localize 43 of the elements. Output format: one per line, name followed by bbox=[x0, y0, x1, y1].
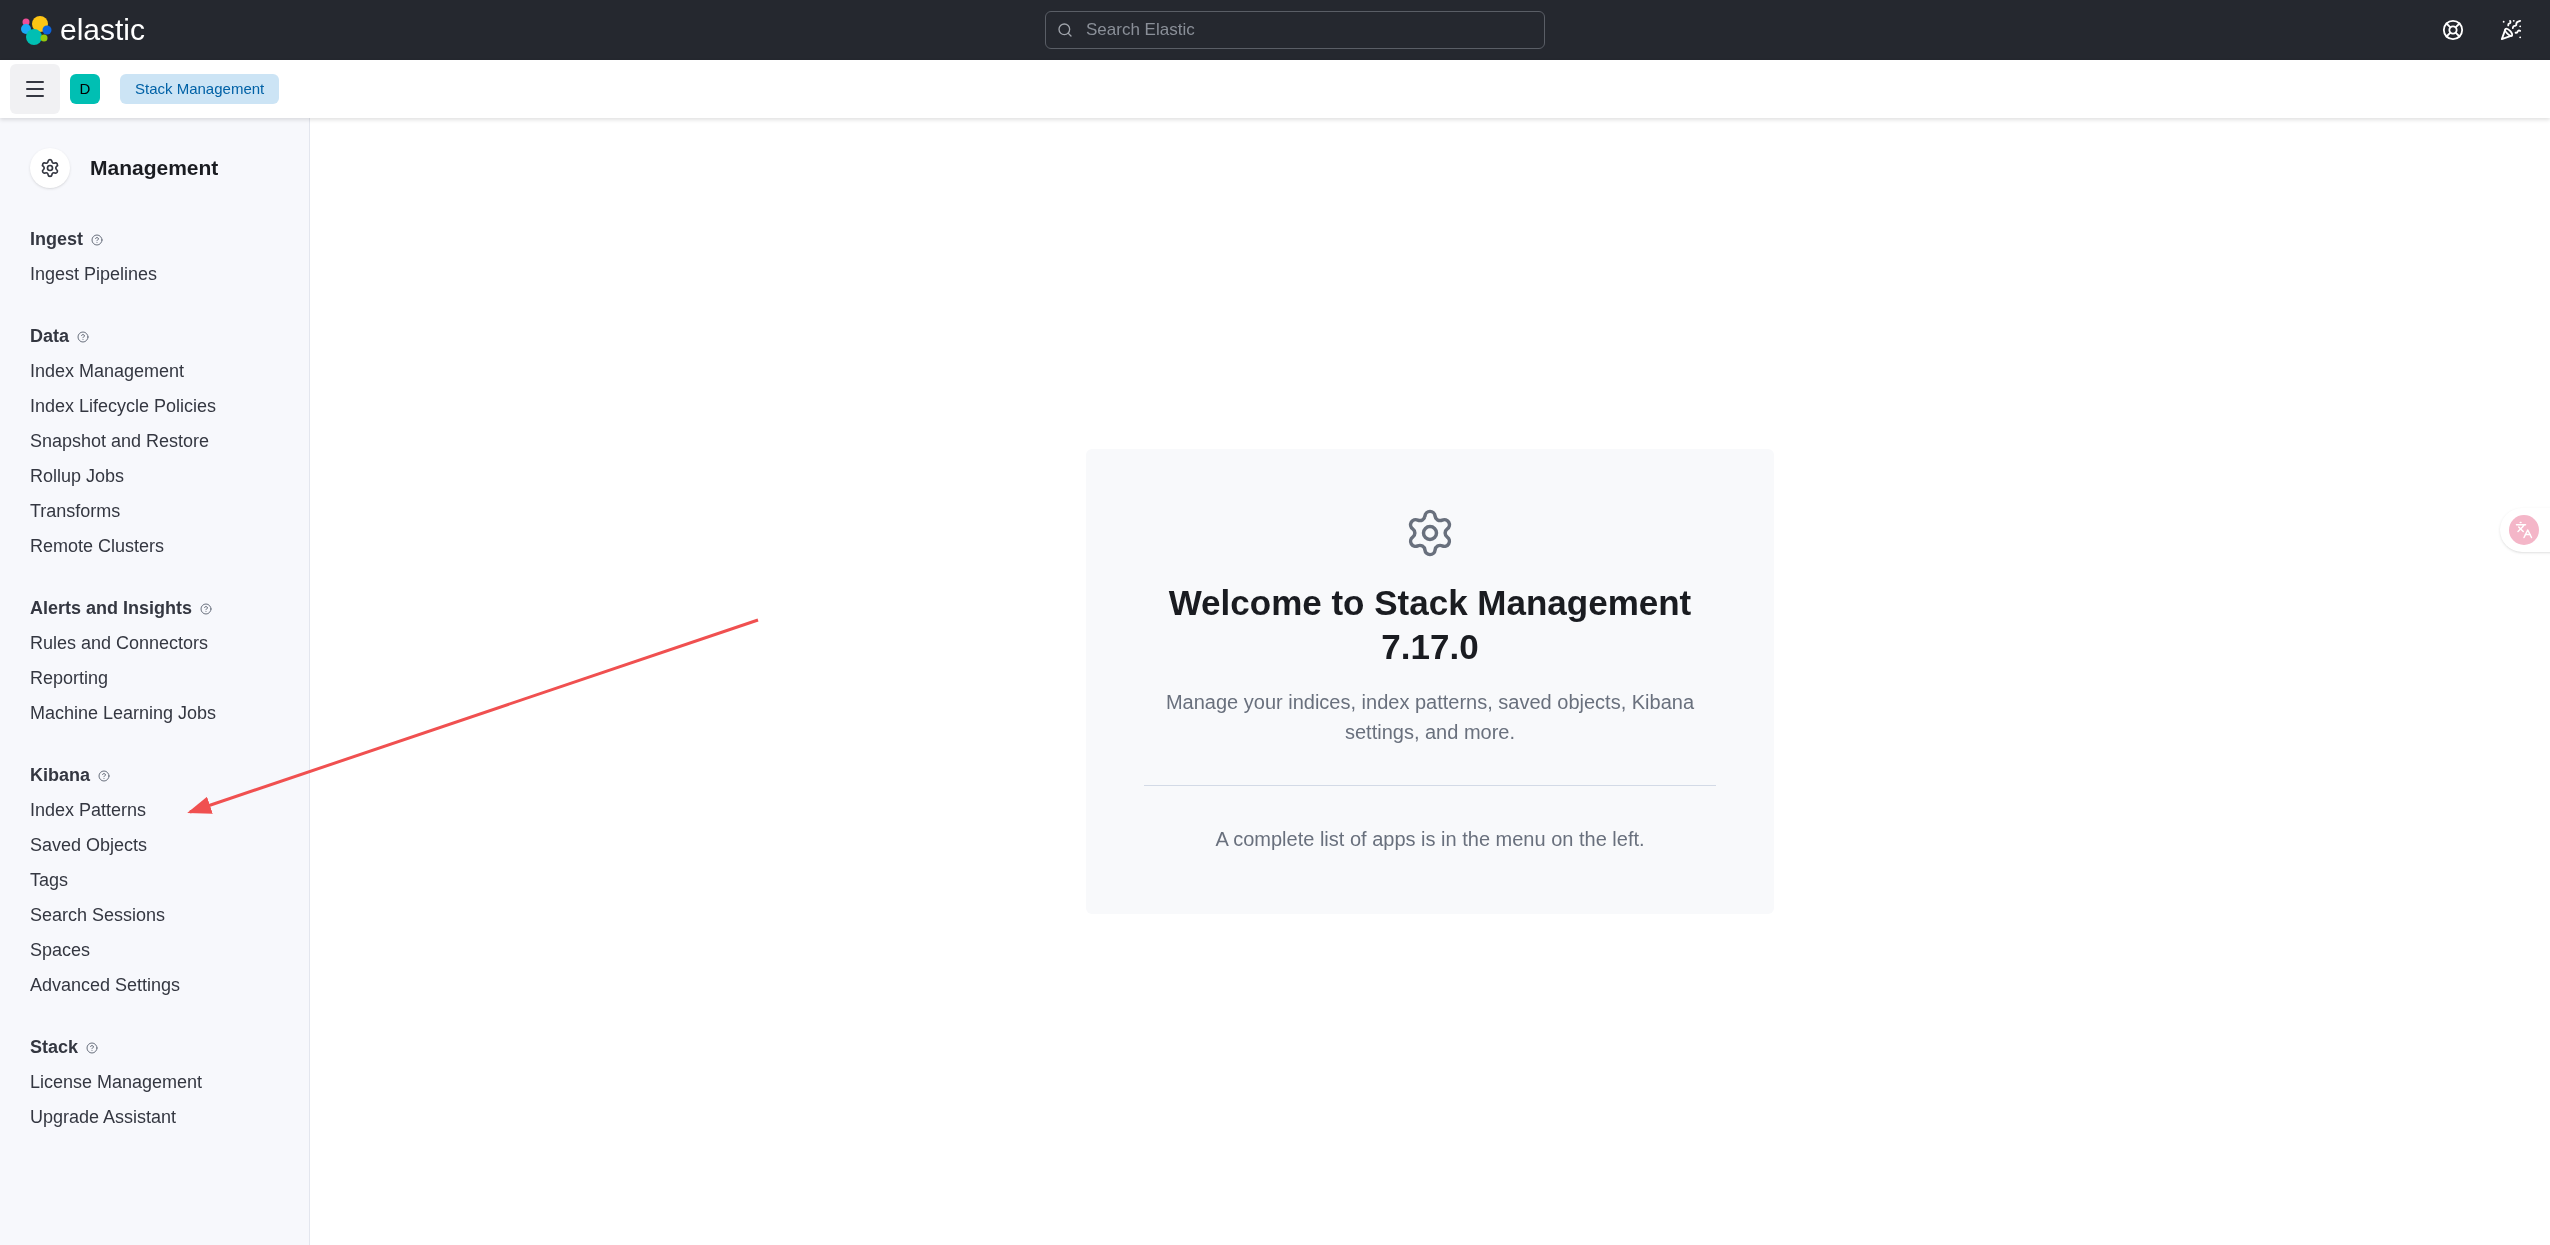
nav-link[interactable]: Index Patterns bbox=[30, 797, 147, 824]
section-heading: Ingest bbox=[30, 228, 83, 251]
logo-icon bbox=[20, 14, 52, 46]
nav-link[interactable]: Tags bbox=[30, 867, 69, 894]
nav-link[interactable]: Rollup Jobs bbox=[30, 463, 125, 490]
logo-text: elastic bbox=[60, 15, 146, 45]
nav-link[interactable]: Snapshot and Restore bbox=[30, 428, 210, 455]
help-icon[interactable] bbox=[2442, 19, 2464, 41]
nav-link[interactable]: Upgrade Assistant bbox=[30, 1104, 177, 1131]
nav-link[interactable]: License Management bbox=[30, 1069, 203, 1096]
menu-button[interactable] bbox=[10, 64, 60, 114]
help-icon bbox=[91, 233, 103, 246]
help-icon bbox=[86, 1041, 99, 1054]
nav-link[interactable]: Rules and Connectors bbox=[30, 630, 209, 657]
nav-link[interactable]: Search Sessions bbox=[30, 902, 166, 929]
nav-link[interactable]: Saved Objects bbox=[30, 832, 148, 859]
breadcrumb[interactable]: Stack Management bbox=[120, 74, 280, 104]
sidebar-title: Management bbox=[90, 155, 219, 182]
nav-link[interactable]: Ingest Pipelines bbox=[30, 261, 158, 288]
section-heading: Kibana bbox=[30, 764, 90, 787]
help-icon bbox=[200, 602, 213, 615]
news-icon[interactable] bbox=[2500, 19, 2522, 41]
help-icon bbox=[77, 330, 89, 343]
welcome-hint: A complete list of apps is in the menu on the left. bbox=[1215, 826, 1645, 852]
welcome-title: Welcome to Stack Management 7.17.0 bbox=[1167, 582, 1693, 668]
nav-link[interactable]: Machine Learning Jobs bbox=[30, 700, 217, 727]
section-heading: Alerts and Insights bbox=[30, 597, 193, 620]
nav-link[interactable]: Remote Clusters bbox=[30, 533, 165, 560]
space-avatar[interactable]: D bbox=[70, 74, 100, 104]
section-heading: Data bbox=[30, 325, 69, 348]
search-field[interactable]: Search Elastic bbox=[1045, 11, 1545, 49]
nav-link[interactable]: Index Management bbox=[30, 358, 185, 385]
nav-link[interactable]: Index Lifecycle Policies bbox=[30, 393, 217, 420]
section-heading: Stack bbox=[30, 1036, 79, 1059]
nav-link[interactable]: Reporting bbox=[30, 665, 109, 692]
nav-link[interactable]: Spaces bbox=[30, 937, 91, 964]
nav-link[interactable]: Advanced Settings bbox=[30, 972, 181, 999]
settings-icon bbox=[30, 148, 70, 188]
help-icon bbox=[98, 769, 110, 782]
welcome-description: Manage your indices, index patterns, saved objects, Kibana settings, and more. bbox=[1164, 689, 1696, 745]
search-icon bbox=[1057, 22, 1073, 38]
translate-icon bbox=[2515, 521, 2533, 539]
nav-link[interactable]: Transforms bbox=[30, 498, 121, 525]
